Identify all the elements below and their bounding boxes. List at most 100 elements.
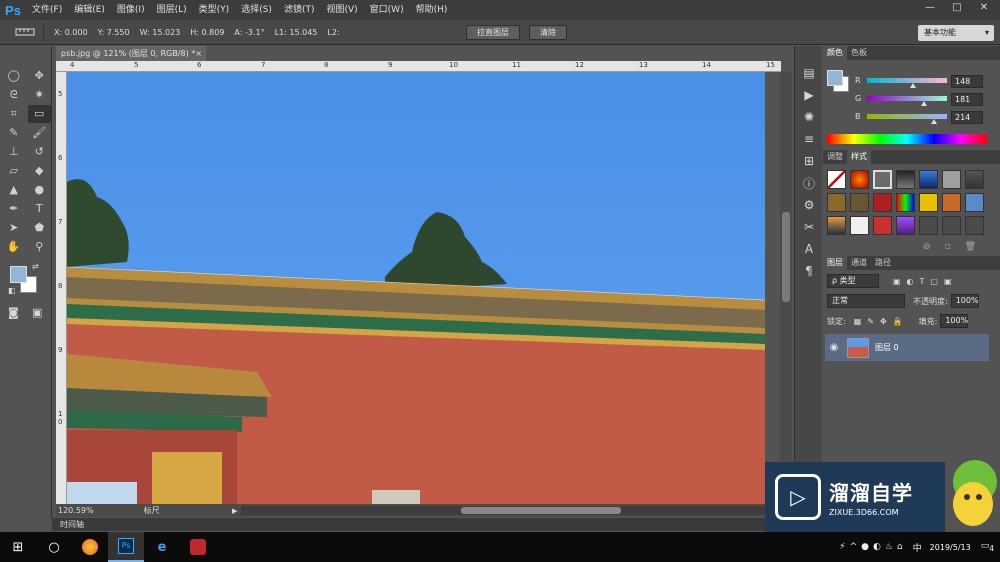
menu-layer[interactable]: 图层(L) — [151, 0, 193, 20]
layer-filter-dropdown[interactable]: ρ 类型 — [827, 274, 879, 288]
clock[interactable]: 2019/5/13 — [930, 542, 971, 553]
marquee-tool-icon[interactable]: ◯ — [2, 67, 26, 85]
status-arrow-icon[interactable]: ▶ — [232, 507, 237, 515]
brush-presets-icon[interactable]: ≡ — [795, 128, 823, 150]
style-swatch[interactable] — [827, 216, 846, 235]
firefox-icon[interactable] — [72, 532, 108, 562]
shape-tool-icon[interactable]: ⬟ — [28, 219, 52, 237]
layer-filter-icons[interactable]: ▣◐T▢▣ — [893, 277, 958, 286]
green-value[interactable]: 181 — [951, 93, 983, 106]
history-icon[interactable]: ▤ — [795, 62, 823, 84]
menu-edit[interactable]: 编辑(E) — [68, 0, 111, 20]
lasso-tool-icon[interactable]: ᘓ — [2, 86, 26, 104]
healing-brush-tool-icon[interactable]: ✎ — [2, 124, 26, 142]
move-tool-icon[interactable]: ✥ — [28, 67, 52, 85]
path-selection-tool-icon[interactable]: ➤ — [2, 219, 26, 237]
style-swatch[interactable] — [942, 216, 961, 235]
color-spectrum-ramp[interactable] — [827, 134, 987, 144]
type-tool-icon[interactable]: T — [28, 200, 52, 218]
character-icon[interactable]: A — [795, 238, 823, 260]
menu-image[interactable]: 图像(I) — [111, 0, 151, 20]
fill-input[interactable]: 100% — [940, 314, 969, 328]
tab-channels[interactable]: 通道 — [847, 256, 871, 270]
style-swatch[interactable] — [873, 170, 892, 189]
style-swatch[interactable] — [827, 170, 846, 189]
blend-mode-dropdown[interactable]: 正常 — [827, 294, 905, 308]
app-icon[interactable] — [180, 532, 216, 562]
tab-swatches[interactable]: 色板 — [847, 46, 871, 60]
style-swatch[interactable] — [850, 170, 869, 189]
style-swatch[interactable] — [965, 216, 984, 235]
style-swatch[interactable] — [850, 216, 869, 235]
magic-wand-tool-icon[interactable]: ✷ — [28, 86, 52, 104]
lock-icons[interactable]: ▦✎✥🔒 — [854, 317, 909, 326]
menu-select[interactable]: 选择(S) — [235, 0, 278, 20]
zoom-tool-icon[interactable]: ⚲ — [28, 238, 52, 256]
eye-icon[interactable]: ◉ — [825, 342, 843, 353]
menu-help[interactable]: 帮助(H) — [410, 0, 454, 20]
minimize-button[interactable]: — — [918, 0, 942, 16]
windows-start-icon[interactable]: ⊞ — [0, 532, 36, 562]
ruler-tool-preset[interactable] — [6, 23, 44, 41]
close-tab-icon[interactable]: × — [195, 46, 202, 61]
vertical-scrollbar[interactable] — [780, 72, 792, 504]
style-swatch[interactable] — [965, 193, 984, 212]
cortana-icon[interactable]: ○ — [36, 532, 72, 562]
blue-slider-knob[interactable] — [931, 119, 938, 124]
red-slider[interactable] — [867, 78, 947, 83]
blur-tool-icon[interactable]: ▲ — [2, 181, 26, 199]
tray-icons[interactable]: ⚡^●◐♨⌂ — [839, 542, 906, 552]
menu-window[interactable]: 窗口(W) — [364, 0, 410, 20]
close-button[interactable]: ✕ — [972, 0, 996, 16]
tool-presets-icon[interactable]: ✂ — [795, 216, 823, 238]
default-colors-icon[interactable]: ◧ — [8, 286, 16, 295]
zoom-level[interactable]: 120.59% — [58, 506, 94, 515]
straighten-layer-button[interactable]: 拉直图层 — [466, 25, 520, 40]
menu-type[interactable]: 类型(Y) — [193, 0, 236, 20]
hand-tool-icon[interactable]: ✋ — [2, 238, 26, 256]
clear-button[interactable]: 清除 — [529, 25, 567, 40]
style-swatch[interactable] — [919, 170, 938, 189]
properties-icon[interactable]: ⚙ — [795, 194, 823, 216]
green-slider-knob[interactable] — [920, 101, 927, 106]
horizontal-scroll-thumb[interactable] — [461, 507, 621, 514]
layer-name[interactable]: 图层 0 — [875, 342, 899, 353]
style-swatch[interactable] — [896, 216, 915, 235]
brush-settings-icon[interactable]: ✺ — [795, 106, 823, 128]
crop-tool-icon[interactable]: ⌗ — [2, 105, 26, 123]
layer-row[interactable]: ◉ 图层 0 — [825, 334, 989, 361]
internet-explorer-icon[interactable]: e — [144, 532, 180, 562]
red-value[interactable]: 148 — [951, 75, 983, 88]
horizontal-scrollbar[interactable] — [241, 506, 786, 515]
style-swatch[interactable] — [873, 193, 892, 212]
notification-icon[interactable]: ▭4 — [981, 541, 994, 553]
styles-panel-footer-icons[interactable]: ⊘▫🗑 — [923, 242, 990, 252]
document-tab[interactable]: psb.jpg @ 121% (图层 0, RGB/8) * × — [56, 46, 206, 61]
timeline-panel-tab[interactable]: 时间轴 — [52, 518, 792, 531]
photoshop-taskbar-icon[interactable]: Ps — [108, 532, 144, 562]
menu-filter[interactable]: 滤镜(T) — [278, 0, 321, 20]
tab-layers[interactable]: 图层 — [823, 256, 847, 270]
maximize-button[interactable]: □ — [945, 0, 969, 16]
clone-stamp-tool-icon[interactable]: ⊥ — [2, 143, 26, 161]
tab-color[interactable]: 颜色 — [823, 46, 847, 60]
document-canvas[interactable] — [67, 72, 765, 504]
style-swatch[interactable] — [919, 216, 938, 235]
menu-view[interactable]: 视图(V) — [320, 0, 363, 20]
tab-styles[interactable]: 样式 — [847, 150, 871, 164]
foreground-color-swatch[interactable] — [10, 266, 27, 283]
opacity-input[interactable]: 100% — [950, 294, 979, 308]
screen-mode-icon[interactable]: ▣ — [32, 306, 42, 319]
style-swatch[interactable] — [896, 193, 915, 212]
blue-value[interactable]: 214 — [951, 111, 983, 124]
style-swatch[interactable] — [873, 216, 892, 235]
style-swatch[interactable] — [942, 193, 961, 212]
history-brush-tool-icon[interactable]: ↺ — [28, 143, 52, 161]
paint-bucket-tool-icon[interactable]: ◆ — [28, 162, 52, 180]
brush-tool-icon[interactable]: 🖌 — [28, 124, 52, 142]
quick-mask-icon[interactable]: ◙ — [8, 306, 19, 319]
swap-colors-icon[interactable]: ⇄ — [32, 262, 39, 271]
style-swatch[interactable] — [919, 193, 938, 212]
tab-adjustments[interactable]: 调整 — [823, 150, 847, 164]
clone-source-icon[interactable]: ⊞ — [795, 150, 823, 172]
